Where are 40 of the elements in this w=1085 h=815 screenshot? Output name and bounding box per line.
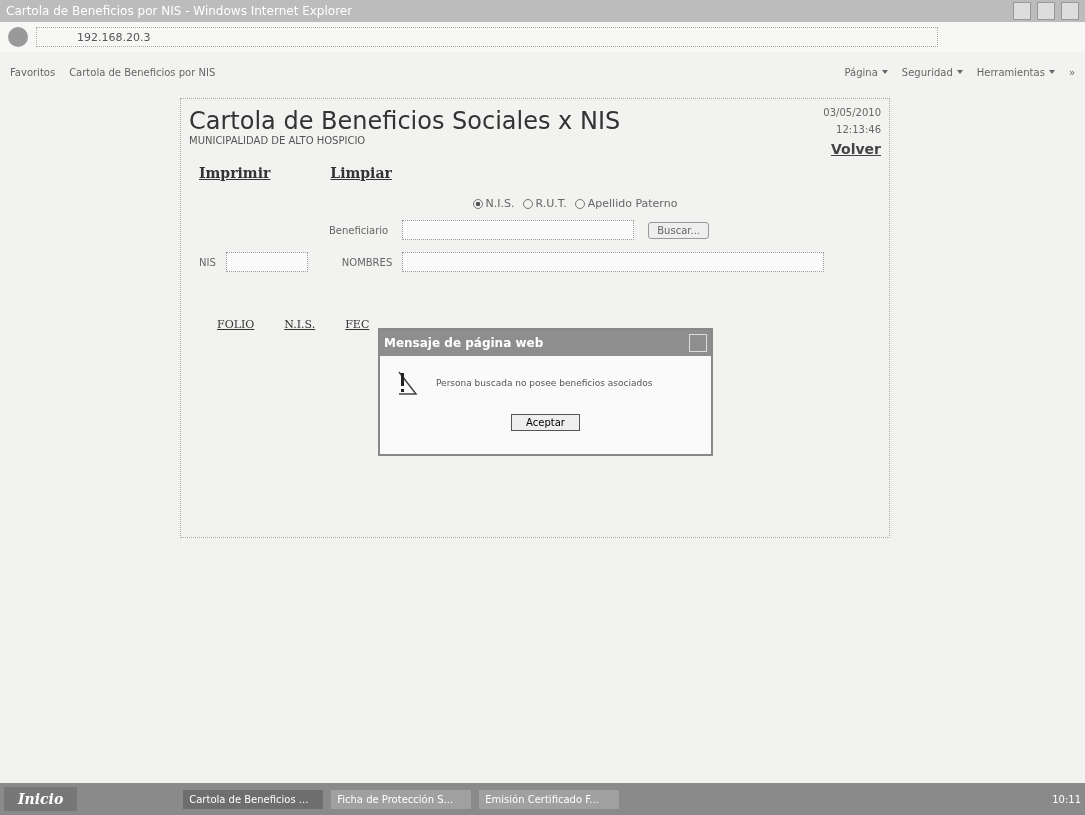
radio-label: R.U.T.: [535, 197, 567, 210]
start-button[interactable]: Inicio: [4, 787, 78, 811]
field-label: Beneficiario: [329, 224, 389, 236]
nis-field[interactable]: [225, 252, 308, 272]
back-button[interactable]: [8, 27, 28, 47]
page-subtitle: MUNICIPALIDAD DE ALTO HOSPICIO: [189, 135, 367, 146]
favorites-button[interactable]: Favoritos: [10, 66, 56, 78]
radio-label: N.I.S.: [485, 197, 515, 210]
action-link[interactable]: Limpiar: [330, 165, 392, 181]
column-header: FOLIO: [217, 318, 255, 331]
column-header: FEC: [345, 318, 370, 331]
radio-button[interactable]: [472, 198, 483, 209]
caret-icon: [1048, 70, 1055, 74]
caret-icon: [956, 70, 963, 74]
page-title: Cartola de Beneficios Sociales x NIS: [189, 107, 621, 135]
clock-text: 10:11: [1052, 793, 1081, 805]
toolbar-menu[interactable]: Seguridad: [901, 66, 963, 78]
column-header: N.I.S.: [284, 318, 316, 331]
more-button[interactable]: »: [1068, 66, 1075, 78]
taskbar-button[interactable]: Cartola de Beneficios ...: [183, 789, 324, 809]
field-label: NOMBRES: [341, 256, 393, 268]
caret-icon: [881, 70, 888, 74]
beneficiary-field[interactable]: [402, 220, 635, 240]
dialog-message: Persona buscada no posee beneficios asociados: [436, 378, 653, 388]
window-title: Cartola de Beneficios por NIS - Windows Internet Explorer: [6, 4, 354, 18]
action-link[interactable]: Imprimir: [199, 165, 271, 181]
date-text: 03/05/2010: [823, 107, 881, 118]
time-text: 12:13:46: [836, 124, 881, 135]
warning-icon: [396, 370, 418, 396]
search-button[interactable]: Buscar...: [648, 221, 709, 239]
names-field[interactable]: [402, 252, 825, 272]
address-field[interactable]: 192.168.20.3: [36, 27, 938, 47]
browser-tab[interactable]: Cartola de Beneficios por NIS: [69, 66, 216, 78]
toolbar-menu[interactable]: Herramientas: [976, 66, 1055, 78]
ok-button[interactable]: Aceptar: [511, 414, 580, 431]
radio-label: Apellido Paterno: [587, 197, 678, 210]
field-label: NIS: [199, 256, 216, 268]
dialog-title: Mensaje de página web: [384, 336, 544, 350]
toolbar-menu[interactable]: Página: [844, 66, 888, 78]
back-link[interactable]: Volver: [831, 141, 881, 157]
